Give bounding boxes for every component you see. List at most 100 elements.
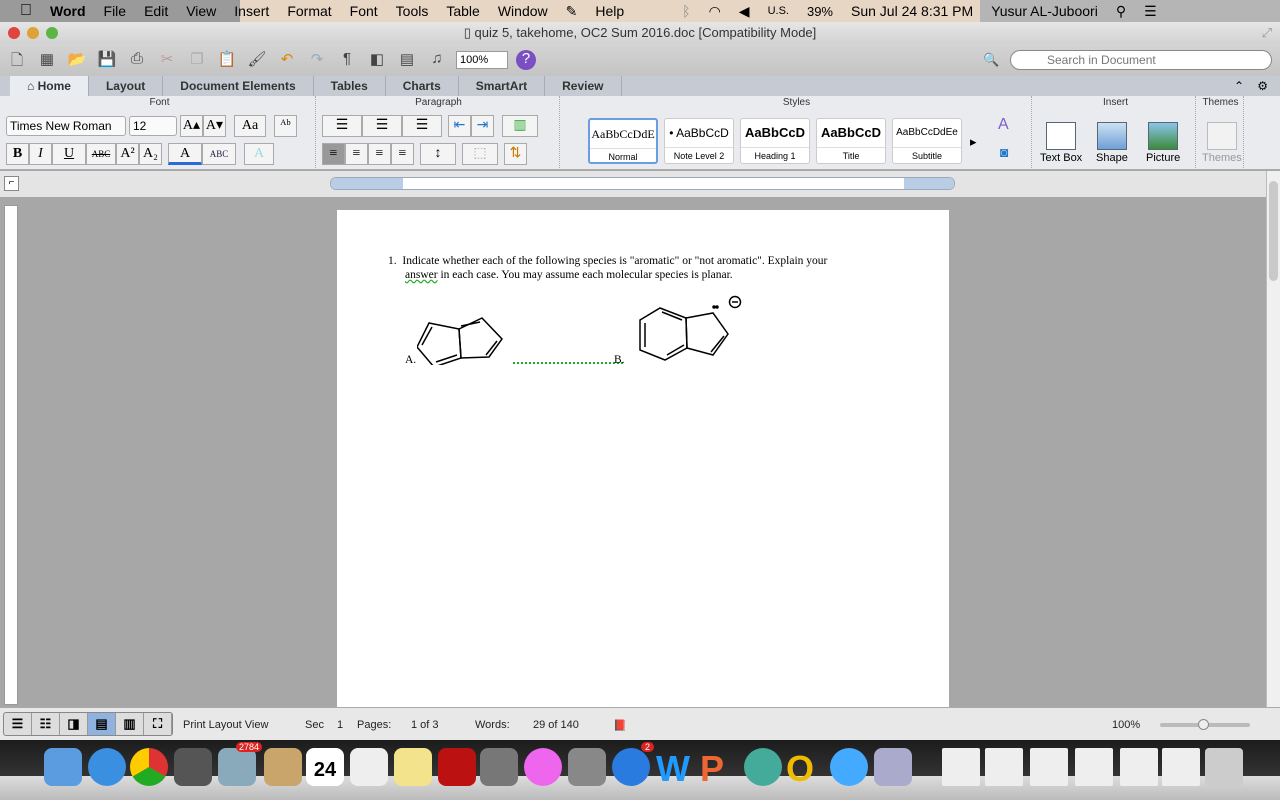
script-icon[interactable]: ✎: [557, 3, 587, 20]
wifi-icon[interactable]: ◠: [700, 3, 730, 20]
style-title[interactable]: AaBbCcD Title: [816, 118, 886, 164]
chrome-icon[interactable]: [130, 748, 168, 786]
minimized-window[interactable]: [1120, 748, 1158, 786]
styles-pane-icon[interactable]: ◙: [1000, 144, 1008, 160]
bluetooth-icon[interactable]: ᛒ: [673, 3, 699, 19]
collapse-ribbon-icon[interactable]: ⌃: [1234, 76, 1244, 96]
safari-icon[interactable]: [88, 748, 126, 786]
question-1[interactable]: 1. Indicate whether each of the followin…: [388, 254, 858, 282]
strikethrough-button[interactable]: ABC: [86, 143, 116, 165]
minimized-window[interactable]: [985, 748, 1023, 786]
copy-icon[interactable]: ❐: [186, 50, 208, 70]
align-left-button[interactable]: ≡: [322, 143, 345, 165]
highlight-button[interactable]: ABC: [202, 143, 236, 165]
style-subtitle[interactable]: AaBbCcDdEe Subtitle: [892, 118, 962, 164]
menu-window[interactable]: Window: [489, 3, 557, 19]
search-input[interactable]: 🔍 Search in Document: [983, 50, 1272, 70]
preview-icon[interactable]: [874, 748, 912, 786]
shape-button[interactable]: Shape: [1096, 122, 1128, 164]
change-case-button[interactable]: Aa: [234, 115, 266, 137]
calendar-icon[interactable]: 24: [306, 748, 344, 786]
text-effects-button[interactable]: A: [244, 143, 274, 165]
tab-home[interactable]: ⌂ Home: [10, 76, 89, 96]
photo-booth-icon[interactable]: [438, 748, 476, 786]
line-spacing-button[interactable]: ↕: [420, 143, 456, 165]
tab-charts[interactable]: Charts: [386, 76, 459, 96]
tab-document-elements[interactable]: Document Elements: [163, 76, 314, 96]
bullets-button[interactable]: ☰: [322, 115, 362, 137]
menu-font[interactable]: Font: [341, 3, 387, 19]
tab-review[interactable]: Review: [545, 76, 622, 96]
itunes-icon[interactable]: [524, 748, 562, 786]
justify-button[interactable]: ≡: [391, 143, 414, 165]
battery-status[interactable]: 39%: [798, 4, 842, 19]
words-value[interactable]: 29 of 140: [533, 719, 579, 731]
increase-indent-button[interactable]: ⇥: [471, 115, 494, 137]
system-preferences-icon[interactable]: [568, 748, 606, 786]
print-layout-view-button[interactable]: ▤: [88, 713, 116, 735]
menu-view[interactable]: View: [177, 3, 225, 19]
gallery-icon[interactable]: ▦: [36, 50, 58, 70]
styles-next-icon[interactable]: ▸: [970, 134, 977, 150]
downloader-icon[interactable]: [744, 748, 782, 786]
menu-tools[interactable]: Tools: [387, 3, 438, 19]
zoom-slider[interactable]: [1160, 719, 1250, 730]
cut-icon[interactable]: ✂: [156, 50, 178, 70]
style-normal[interactable]: AaBbCcDdE Normal: [588, 118, 658, 164]
clock[interactable]: Sun Jul 24 8:31 PM: [842, 3, 982, 19]
close-button[interactable]: [8, 27, 20, 39]
style-note-level-2[interactable]: • AaBbCcD Note Level 2: [664, 118, 734, 164]
powerpoint-icon[interactable]: P: [700, 748, 738, 789]
word-icon[interactable]: W: [656, 748, 694, 789]
user-name[interactable]: Yusur AL-Juboori: [982, 3, 1107, 19]
spotlight-icon[interactable]: ⚲: [1107, 3, 1135, 20]
pages-value[interactable]: 1 of 3: [411, 719, 439, 731]
fullscreen-icon[interactable]: ⤢: [1262, 22, 1272, 44]
menu-file[interactable]: File: [95, 3, 136, 19]
save-icon[interactable]: 💾: [96, 50, 118, 70]
minimized-window[interactable]: [1030, 748, 1068, 786]
borders-button[interactable]: ⬚: [462, 143, 498, 165]
toolbox-icon[interactable]: ▤: [396, 50, 418, 70]
menu-help[interactable]: Help: [586, 3, 633, 19]
facetime-icon[interactable]: [480, 748, 518, 786]
bold-button[interactable]: B: [6, 143, 29, 165]
app-store-icon[interactable]: 2: [612, 742, 654, 786]
menu-format[interactable]: Format: [278, 3, 340, 19]
document-page[interactable]: 1. Indicate whether each of the followin…: [337, 210, 949, 710]
minimized-window[interactable]: [1075, 748, 1113, 786]
media-browser-icon[interactable]: ♫: [426, 50, 448, 70]
tab-tables[interactable]: Tables: [314, 76, 386, 96]
outlook-icon[interactable]: O: [786, 748, 824, 789]
clear-formatting-button[interactable]: ᴬᵇ: [274, 115, 297, 137]
print-icon[interactable]: ⎙: [126, 50, 148, 70]
font-name-select[interactable]: Times New Roman: [6, 116, 126, 136]
input-source[interactable]: U.S.: [759, 5, 798, 17]
picture-button[interactable]: Picture: [1146, 122, 1180, 164]
notification-icon[interactable]: ☰: [1135, 3, 1166, 20]
finder-icon[interactable]: [44, 748, 82, 786]
minimize-button[interactable]: [27, 27, 39, 39]
paste-icon[interactable]: 📋: [216, 50, 238, 70]
ruler-bar[interactable]: [330, 177, 955, 190]
menu-word[interactable]: Word: [41, 3, 95, 19]
numbering-button[interactable]: ☰: [362, 115, 402, 137]
draft-view-button[interactable]: ☰: [4, 713, 32, 735]
scroll-thumb[interactable]: [1269, 181, 1278, 281]
grow-font-button[interactable]: A▴: [180, 115, 203, 137]
messages-icon[interactable]: [830, 748, 868, 786]
italic-button[interactable]: I: [29, 143, 52, 165]
tab-smartart[interactable]: SmartArt: [459, 76, 546, 96]
font-size-select[interactable]: 12: [129, 116, 177, 136]
minimized-window[interactable]: [942, 748, 980, 786]
new-document-icon[interactable]: 🗋: [6, 50, 28, 70]
undo-icon[interactable]: ↶: [276, 50, 298, 70]
photo-icon[interactable]: [174, 748, 212, 786]
sidebar-icon[interactable]: ◧: [366, 50, 388, 70]
apple-icon[interactable]: : [0, 2, 41, 20]
contacts-icon[interactable]: [264, 748, 302, 786]
stickies-icon[interactable]: [394, 748, 432, 786]
vertical-scrollbar[interactable]: [1266, 171, 1280, 707]
zoom-select[interactable]: 100%: [456, 51, 508, 69]
columns-button[interactable]: ▥: [502, 115, 538, 137]
